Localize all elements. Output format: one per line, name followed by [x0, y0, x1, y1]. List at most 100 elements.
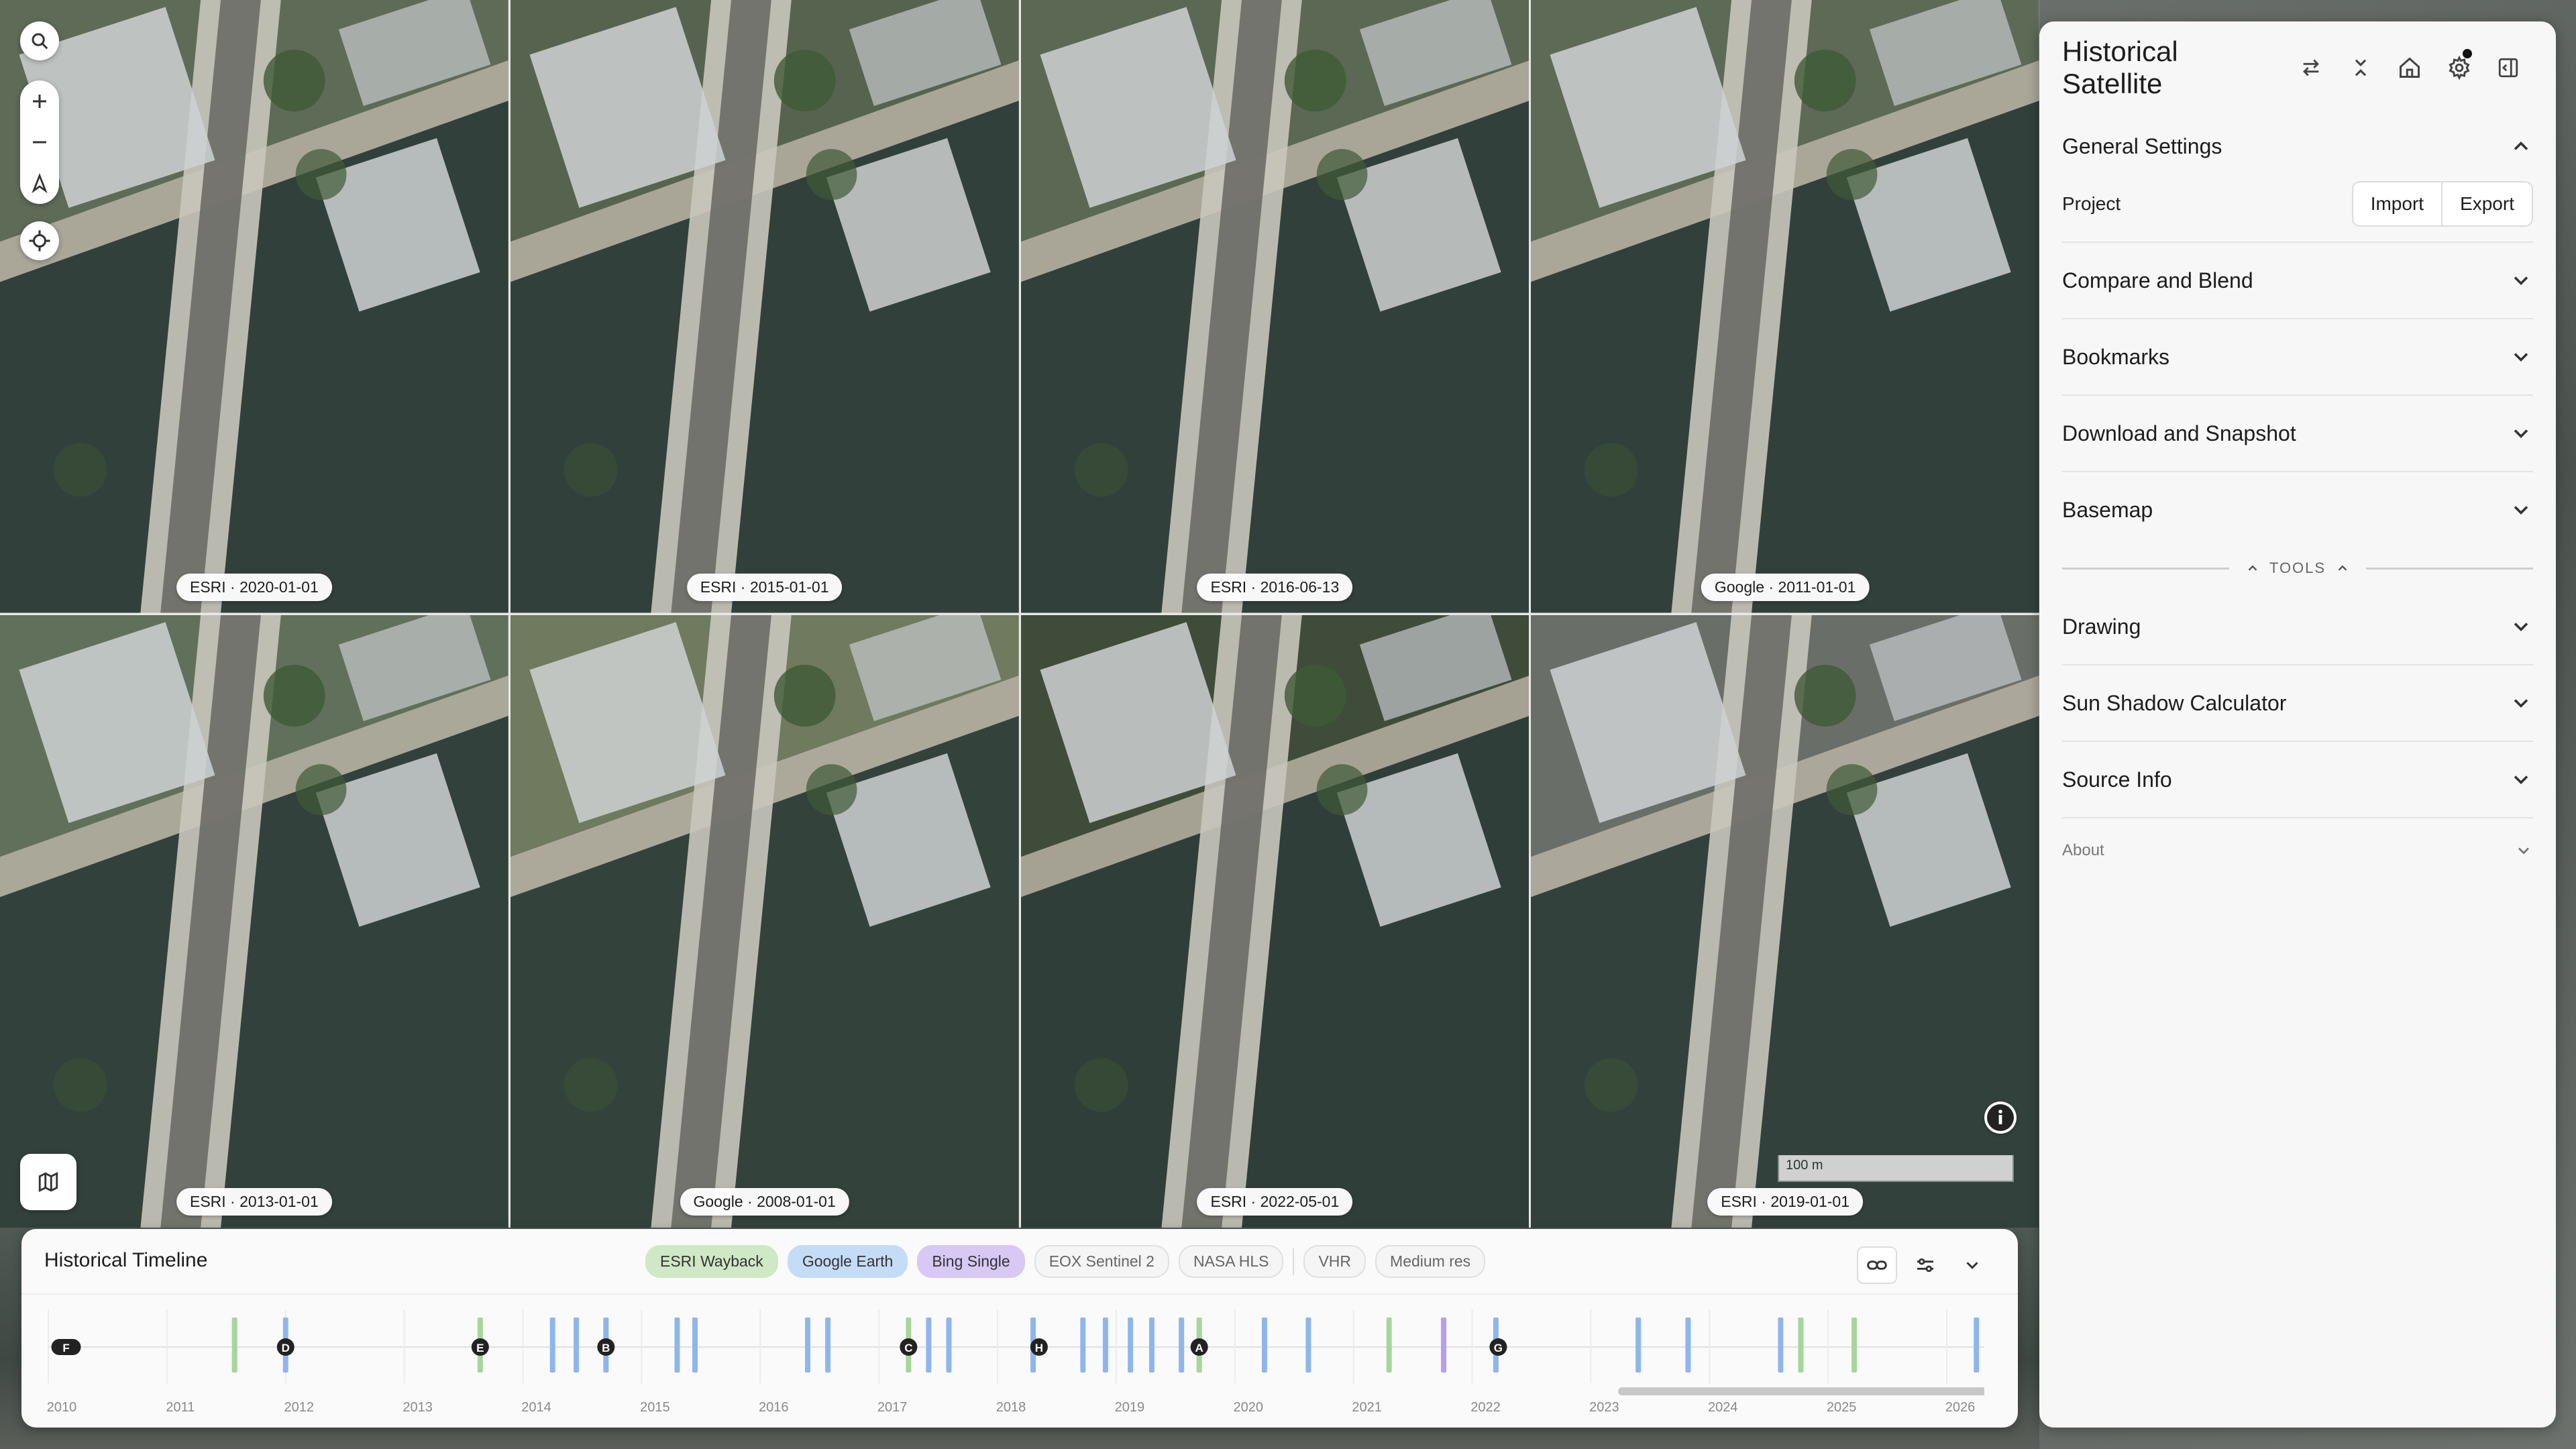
timeline-marker[interactable]: A — [1190, 1338, 1208, 1356]
timeline-event-bar[interactable] — [1128, 1318, 1134, 1373]
about-header[interactable]: About — [2062, 818, 2533, 883]
chevron-up-icon — [2338, 565, 2347, 571]
chevron-down-icon — [2514, 353, 2528, 362]
timeline-event-bar[interactable] — [1102, 1318, 1108, 1373]
timeline-event-bar[interactable] — [805, 1318, 810, 1373]
chip-esri-wayback[interactable]: ESRI Wayback — [645, 1245, 778, 1278]
map-tile[interactable]: ESRI · 2019-01-01 — [1531, 614, 2039, 1228]
source-info-header[interactable]: Source Info — [2062, 742, 2533, 817]
bookmarks-header[interactable]: Bookmarks — [2062, 319, 2533, 394]
compare-blend-header[interactable]: Compare and Blend — [2062, 243, 2533, 318]
swap-button[interactable] — [2287, 41, 2336, 95]
sidebar-toggle-icon — [2499, 58, 2518, 78]
tile-date-label: Google · 2008-01-01 — [680, 1188, 849, 1216]
timeline-event-bar[interactable] — [1080, 1318, 1086, 1373]
chip-eox-sentinel-2[interactable]: EOX Sentinel 2 — [1034, 1245, 1169, 1278]
timeline-collapse-button[interactable] — [1953, 1248, 1991, 1283]
timeline-svg[interactable]: 2010 2011 2012 2013 2014 2015 2016 2017 2018 2019… — [42, 1296, 2000, 1424]
search-button[interactable] — [20, 21, 59, 60]
timeline-marker[interactable]: H — [1030, 1338, 1048, 1356]
map-tile[interactable]: Google · 2011-01-01 — [1531, 0, 2039, 613]
basemap-toggle-button[interactable] — [20, 1154, 76, 1210]
chip-google-earth[interactable]: Google Earth — [787, 1245, 908, 1278]
toggle-panel-button[interactable] — [2484, 41, 2533, 95]
collapse-all-button[interactable] — [2336, 41, 2385, 95]
zoom-in-button[interactable] — [20, 82, 59, 121]
info-button[interactable] — [1984, 1102, 2017, 1134]
timeline-event-bar[interactable] — [1974, 1318, 1980, 1373]
export-button[interactable]: Export — [2441, 182, 2532, 225]
import-export-group: Import Export — [2351, 181, 2533, 227]
tools-divider[interactable]: TOOLS — [2062, 547, 2533, 589]
general-settings-title: General Settings — [2062, 133, 2222, 158]
basemap-header[interactable]: Basemap — [2062, 472, 2533, 547]
chip-vhr[interactable]: VHR — [1303, 1245, 1366, 1278]
timeline-event-bar[interactable] — [674, 1318, 680, 1373]
sun-shadow-header[interactable]: Sun Shadow Calculator — [2062, 665, 2533, 741]
timeline-event-bar[interactable] — [1798, 1318, 1804, 1373]
timeline-divider — [21, 1293, 2018, 1295]
timeline-event-bar[interactable] — [946, 1318, 952, 1373]
timeline-event-bar[interactable] — [825, 1318, 831, 1373]
scale-bar-label: 100 m — [1786, 1158, 1823, 1173]
link-button[interactable] — [1857, 1246, 1897, 1284]
section-sun-shadow: Sun Shadow Calculator — [2062, 665, 2533, 742]
timeline-event-bar[interactable] — [1635, 1318, 1642, 1373]
timeline-marker[interactable]: G — [1489, 1338, 1507, 1356]
timeline-marker[interactable]: D — [276, 1338, 294, 1356]
home-button[interactable] — [2385, 41, 2434, 95]
timeline-track[interactable]: 2010 2011 2012 2013 2014 2015 2016 2017 2018 2019… — [42, 1296, 2000, 1424]
timeline-event-bar[interactable] — [1441, 1318, 1447, 1373]
general-settings-header[interactable]: General Settings — [2062, 114, 2533, 178]
download-snapshot-header[interactable]: Download and Snapshot — [2062, 396, 2533, 471]
timeline-marker[interactable]: C — [900, 1338, 918, 1356]
download-snapshot-title: Download and Snapshot — [2062, 421, 2296, 445]
drawing-header[interactable]: Drawing — [2062, 589, 2533, 664]
timeline-event-bar[interactable] — [549, 1318, 555, 1373]
timeline-event-bar[interactable] — [574, 1318, 580, 1373]
map-tile[interactable]: ESRI · 2013-01-01 — [0, 614, 508, 1228]
year-label: 2010 — [47, 1400, 77, 1415]
map-tile[interactable]: ESRI · 2020-01-01 — [0, 0, 508, 613]
timeline-event-bar[interactable] — [1386, 1318, 1392, 1373]
map-tile[interactable]: ESRI · 2016-06-13 — [1020, 0, 1529, 613]
compass-button[interactable] — [20, 164, 59, 203]
timeline-event-bar[interactable] — [1148, 1318, 1155, 1373]
map-tile[interactable]: Google · 2008-01-01 — [510, 614, 1019, 1228]
map-tile[interactable]: ESRI · 2015-01-01 — [510, 0, 1019, 613]
timeline-event-bar[interactable] — [1179, 1318, 1185, 1373]
year-label: 2015 — [640, 1400, 670, 1415]
timeline-event-bar[interactable] — [692, 1318, 698, 1373]
timeline-marker[interactable]: E — [471, 1338, 489, 1356]
year-label: 2019 — [1115, 1400, 1145, 1415]
timeline-event-bar[interactable] — [926, 1318, 932, 1373]
tile-date-label: ESRI · 2013-01-01 — [176, 1188, 332, 1216]
timeline-event-bar[interactable] — [1778, 1318, 1784, 1373]
settings-button[interactable] — [2434, 41, 2483, 95]
year-label: 2012 — [284, 1400, 315, 1415]
tile-date-label: Google · 2011-01-01 — [1701, 573, 1870, 601]
year-label: 2023 — [1589, 1400, 1619, 1415]
timeline-scrollbar[interactable] — [1618, 1387, 2000, 1395]
year-label: 2011 — [166, 1400, 195, 1415]
timeline-marker[interactable]: B — [597, 1338, 615, 1356]
year-label: 2013 — [402, 1400, 433, 1415]
timeline-event-bar[interactable] — [1261, 1318, 1267, 1373]
timeline-event-bar[interactable] — [231, 1318, 237, 1373]
locate-button[interactable] — [20, 221, 59, 260]
chip-nasa-hls[interactable]: NASA HLS — [1178, 1245, 1284, 1278]
timeline-event-bar[interactable] — [1685, 1318, 1691, 1373]
timeline-marker[interactable]: F — [51, 1339, 81, 1355]
historical-timeline: Historical Timeline ESRI Wayback Google … — [21, 1229, 2018, 1428]
timeline-filter-button[interactable] — [1907, 1248, 1944, 1283]
zoom-out-button[interactable] — [20, 123, 59, 162]
chip-medium-res[interactable]: Medium res — [1375, 1245, 1486, 1278]
timeline-event-bar[interactable] — [1851, 1318, 1858, 1373]
timeline-event-bar[interactable] — [1305, 1318, 1311, 1373]
year-label: 2017 — [877, 1400, 908, 1415]
chip-bing-single[interactable]: Bing Single — [917, 1245, 1025, 1278]
map-comparison-grid[interactable]: ESRI · 2020-01-01 ESRI · 2015-01-01 ESRI ·… — [0, 0, 2039, 1228]
zoom-controls — [20, 80, 59, 204]
import-button[interactable]: Import — [2353, 182, 2441, 225]
map-tile[interactable]: ESRI · 2022-05-01 — [1020, 614, 1529, 1228]
